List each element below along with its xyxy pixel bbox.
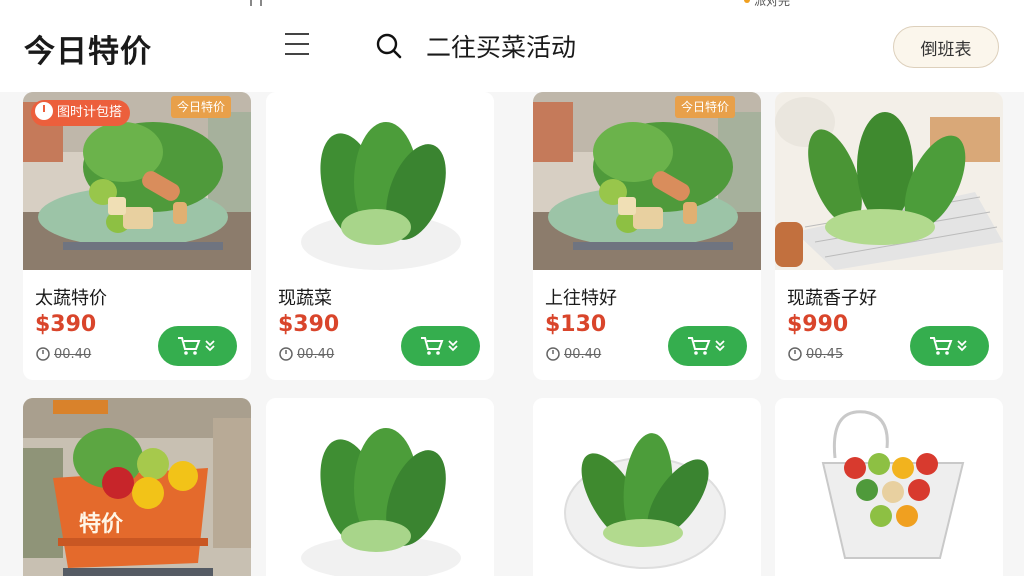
product-image: [266, 92, 494, 270]
product-price: $990: [787, 312, 849, 337]
clock-icon: [788, 347, 802, 361]
product-image: [775, 398, 1003, 576]
original-price-value: 00.45: [806, 347, 844, 362]
product-price: $130: [545, 312, 607, 337]
original-price: 00.40: [35, 346, 91, 362]
clock-icon: [546, 347, 560, 361]
basket-text: 特价: [79, 512, 124, 537]
original-price-value: 00.40: [564, 347, 602, 362]
status-bar-mark: [250, 0, 262, 6]
clock-icon: [279, 347, 293, 361]
product-card[interactable]: [266, 398, 494, 576]
product-price: $390: [278, 312, 340, 337]
original-price: 00.40: [278, 346, 334, 362]
cart-icon: [930, 337, 967, 355]
original-price-value: 00.40: [297, 347, 335, 362]
product-card[interactable]: [533, 398, 761, 576]
search-icon[interactable]: [376, 33, 402, 59]
add-to-cart-button[interactable]: [668, 326, 747, 366]
search-label[interactable]: 二往买菜活动: [426, 28, 576, 64]
product-card[interactable]: 现蔬菜 $390 00.40: [266, 92, 494, 380]
store-sign: 今日特价: [171, 96, 232, 118]
top-bar: 派对完 今日特价 二往买菜活动 倒班表: [0, 0, 1024, 92]
cart-icon: [688, 337, 725, 355]
menu-icon[interactable]: [285, 33, 309, 55]
product-card[interactable]: 现蔬香子好 $990 00.45: [775, 92, 1003, 380]
original-price: 00.45: [787, 346, 843, 362]
product-image: [533, 92, 761, 270]
cart-icon: [178, 337, 215, 355]
original-price-value: 00.40: [54, 347, 92, 362]
product-name: 上往特好: [545, 288, 617, 309]
schedule-button[interactable]: 倒班表: [893, 26, 999, 68]
cart-icon: [421, 337, 458, 355]
product-card[interactable]: 今日特价 上往特好 $130 00.40: [533, 92, 761, 380]
page-title: 今日特价: [24, 34, 152, 70]
flash-sale-badge: 图时计包搭: [31, 100, 131, 126]
clock-icon: [35, 102, 53, 120]
add-to-cart-button[interactable]: [158, 326, 237, 366]
product-name: 现蔬菜: [278, 288, 332, 309]
badge-label: 图时计包搭: [57, 105, 123, 120]
product-card[interactable]: 图时计包搭 今日特价 太蔬特价 $390 00.40: [23, 92, 251, 380]
add-to-cart-button[interactable]: [401, 326, 480, 366]
status-label: 派对完: [754, 0, 791, 8]
product-image: [23, 398, 251, 576]
product-image: [775, 92, 1003, 270]
product-image: [266, 398, 494, 576]
product-name: 太蔬特价: [35, 288, 107, 309]
product-image: [533, 398, 761, 576]
product-price: $390: [35, 312, 97, 337]
clock-icon: [36, 347, 50, 361]
product-name: 现蔬香子好: [787, 288, 877, 309]
store-sign: 今日特价: [675, 96, 736, 118]
product-card[interactable]: [775, 398, 1003, 576]
product-card[interactable]: 特价: [23, 398, 251, 576]
original-price: 00.40: [545, 346, 601, 362]
add-to-cart-button[interactable]: [910, 326, 989, 366]
status-text: 派对完: [744, 0, 790, 8]
